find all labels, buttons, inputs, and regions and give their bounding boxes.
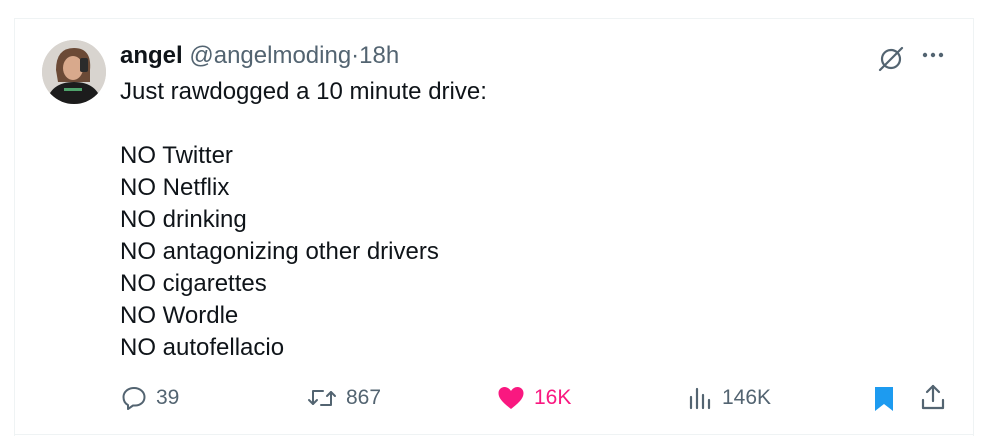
reply-count: 39 xyxy=(156,386,180,409)
tweet-line: NO drinking xyxy=(120,206,247,233)
grok-icon[interactable] xyxy=(876,44,906,74)
retweet-count: 867 xyxy=(346,386,382,409)
tweet-line: NO Wordle xyxy=(120,302,239,329)
tweet-line xyxy=(120,108,487,140)
tweet-line: NO Twitter xyxy=(120,142,233,169)
reply-icon xyxy=(122,387,146,410)
like-button[interactable]: 16K xyxy=(496,380,571,416)
tweet-line: Just rawdogged a 10 minute drive: xyxy=(120,78,487,105)
like-count: 16K xyxy=(534,386,572,409)
author-name[interactable]: angel xyxy=(120,42,183,69)
avatar[interactable] xyxy=(42,40,106,104)
timestamp[interactable]: 18h xyxy=(359,42,399,69)
analytics-icon xyxy=(689,387,711,410)
separator-dot: · xyxy=(351,42,360,69)
bookmark-icon[interactable] xyxy=(870,384,898,414)
share-icon[interactable] xyxy=(918,382,948,412)
heart-icon xyxy=(498,387,524,409)
retweet-icon xyxy=(308,390,336,406)
more-options-icon[interactable] xyxy=(918,44,948,74)
author-handle[interactable]: @angelmoding xyxy=(189,42,351,69)
retweet-button[interactable]: 867 xyxy=(306,380,381,416)
tweet-line: NO cigarettes xyxy=(120,270,267,297)
tweet-line: NO Netflix xyxy=(120,174,230,201)
tweet-text: Just rawdogged a 10 minute drive: NO Twi… xyxy=(120,76,487,364)
view-count: 146K xyxy=(722,386,772,409)
tweet-line: NO antagonizing other drivers xyxy=(120,238,439,265)
views-button[interactable]: 146K xyxy=(686,380,771,416)
avatar-photo-icon xyxy=(42,40,106,104)
divider xyxy=(14,434,974,435)
reply-button[interactable]: 39 xyxy=(120,380,179,416)
tweet-line: NO autofellacio xyxy=(120,334,285,361)
tweet-header: angel @angelmoding·18h xyxy=(120,42,399,70)
action-bar: 39 867 16K 146K xyxy=(0,380,1006,416)
